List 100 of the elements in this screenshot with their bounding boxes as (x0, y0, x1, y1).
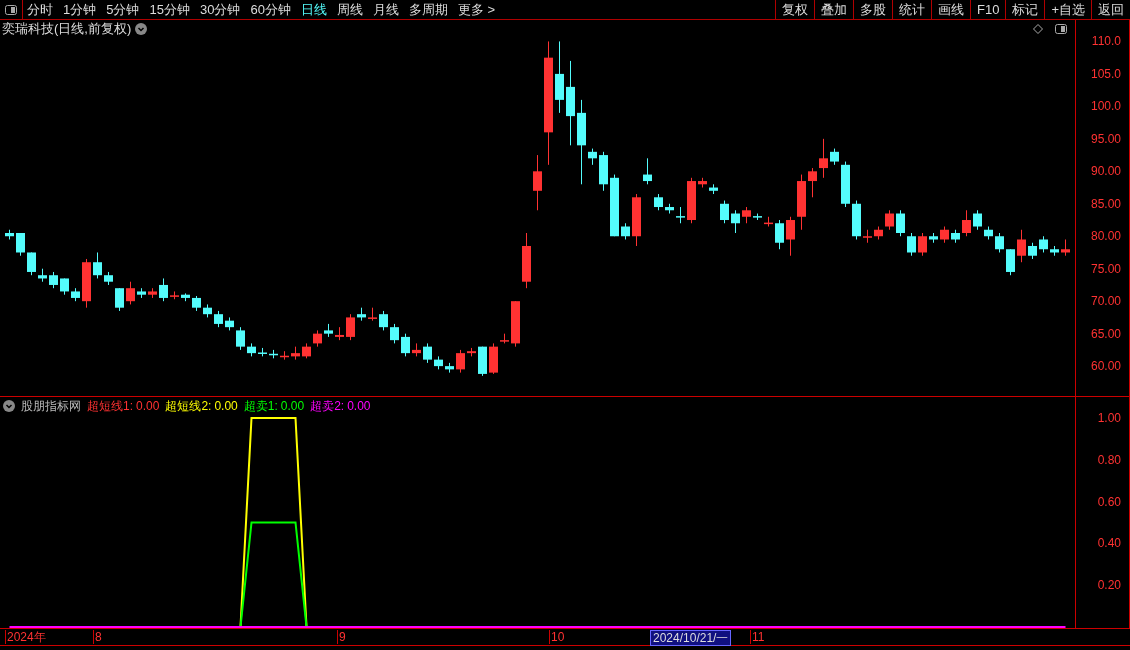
candle (665, 203, 674, 214)
price-axis-label: 65.00 (1090, 327, 1121, 340)
price-axis-label: 95.00 (1090, 132, 1121, 145)
price-axis-label: 105.0 (1090, 67, 1121, 80)
candle (170, 290, 179, 300)
candle (291, 346, 300, 361)
candle (610, 174, 619, 237)
candle (5, 229, 14, 240)
period-tab[interactable]: 日线 (300, 0, 327, 20)
candle (632, 193, 641, 247)
candle (962, 209, 971, 237)
indicator-axis-label: 0.60 (1097, 495, 1121, 508)
chevron-down-icon[interactable] (3, 400, 15, 412)
panel-toggle-icon[interactable] (5, 4, 17, 15)
candle (115, 287, 124, 312)
candle (621, 222, 630, 240)
candle (874, 226, 883, 240)
candle (159, 277, 168, 302)
candle (863, 229, 872, 244)
period-tab[interactable]: 60分钟 (250, 0, 291, 20)
toolbar-button[interactable]: 返回 (1091, 0, 1130, 19)
candle (203, 303, 212, 318)
toolbar-button[interactable]: +自选 (1044, 0, 1091, 19)
panel-toggle-icon[interactable] (1055, 24, 1067, 34)
toolbar-button[interactable]: 统计 (892, 0, 931, 19)
legend-label: 超短线1: (87, 398, 133, 415)
candle (401, 333, 410, 357)
candle (335, 326, 344, 341)
candle (533, 154, 542, 211)
price-axis-label: 100.0 (1090, 100, 1121, 113)
candle (379, 310, 388, 331)
candle (742, 206, 751, 224)
period-tab[interactable]: 15分钟 (149, 0, 190, 20)
legend-value: 0.00 (347, 398, 371, 415)
timeline-label: 10 (549, 630, 565, 644)
diamond-icon[interactable] (1033, 24, 1043, 34)
period-tab[interactable]: 更多 > (457, 0, 496, 20)
candle (522, 232, 531, 289)
candle (973, 209, 982, 231)
candle (456, 349, 465, 374)
candle (808, 167, 817, 198)
chevron-down-icon[interactable] (135, 23, 148, 35)
period-tab[interactable]: 5分钟 (106, 0, 140, 20)
candle (753, 213, 762, 221)
candle (687, 177, 696, 224)
candle (82, 258, 91, 309)
candle (940, 226, 949, 244)
price-axis-label: 75.00 (1090, 262, 1121, 275)
candle (104, 271, 113, 286)
candle (38, 268, 47, 283)
legend-label: 超卖1: (243, 398, 278, 415)
period-tab[interactable]: 月线 (372, 0, 399, 20)
candle (786, 216, 795, 257)
candle (1006, 248, 1015, 276)
candle (896, 209, 905, 237)
legend-label: 超卖2: (310, 398, 345, 415)
candle (907, 232, 916, 257)
candle (995, 232, 1004, 253)
candle (1039, 235, 1048, 253)
price-axis-label: 90.00 (1090, 165, 1121, 178)
candle (192, 295, 201, 312)
candle (225, 316, 234, 331)
indicator-axis-label: 1.00 (1097, 411, 1121, 424)
candle (126, 281, 135, 305)
period-tab[interactable]: 1分钟 (63, 0, 97, 20)
candle (357, 307, 366, 322)
candle (676, 206, 685, 224)
period-tab[interactable]: 多周期 (408, 0, 448, 20)
indicator-axis-label: 0.20 (1097, 579, 1121, 592)
candle (247, 342, 256, 357)
legend-label: 超短线2: (165, 398, 212, 415)
toolbar-button[interactable]: 多股 (853, 0, 892, 19)
price-axis-label: 85.00 (1090, 197, 1121, 210)
candle (951, 229, 960, 244)
candle (918, 232, 927, 257)
candle (49, 271, 58, 289)
candle (599, 151, 608, 192)
price-axis-label: 80.00 (1090, 230, 1121, 243)
candle (478, 346, 487, 377)
candle (60, 277, 69, 296)
period-tab[interactable]: 周线 (336, 0, 363, 20)
candle (313, 329, 322, 348)
candle (588, 148, 597, 166)
candle (731, 209, 740, 234)
candle (445, 362, 454, 374)
candle (511, 300, 520, 348)
toolbar-button[interactable]: 复权 (775, 0, 814, 19)
candle (71, 287, 80, 302)
toolbar-button[interactable]: 标记 (1005, 0, 1045, 19)
candle (643, 157, 652, 185)
toolbar-button[interactable]: 叠加 (814, 0, 853, 19)
toolbar-button[interactable]: 画线 (931, 0, 970, 19)
toolbar-button[interactable]: F10 (970, 0, 1006, 19)
timeline-label: 8 (93, 630, 102, 644)
candle (852, 200, 861, 240)
period-tab[interactable]: 分时 (27, 0, 53, 20)
timeline-label: 2024/10/21/一 (650, 630, 732, 646)
period-tab[interactable]: 30分钟 (199, 0, 241, 20)
candle (775, 219, 784, 250)
price-axis-label: 60.00 (1090, 360, 1121, 373)
